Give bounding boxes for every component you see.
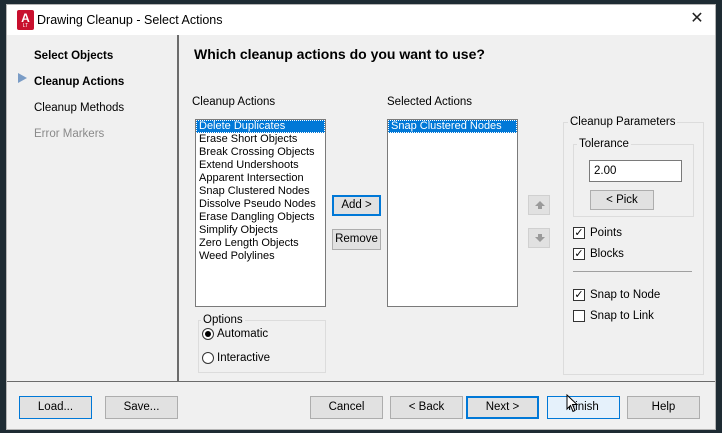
points-label: Points: [590, 227, 622, 239]
step-select-objects[interactable]: Select Objects: [34, 50, 113, 62]
list-item[interactable]: Weed Polylines: [196, 250, 325, 263]
snap-to-link-label: Snap to Link: [590, 310, 654, 322]
blocks-label: Blocks: [590, 248, 624, 260]
selected-actions-label: Selected Actions: [387, 96, 473, 108]
load-button[interactable]: Load...: [19, 396, 92, 419]
pick-button[interactable]: < Pick: [590, 190, 654, 210]
move-up-button[interactable]: [528, 195, 550, 215]
add-button[interactable]: Add >: [332, 195, 381, 216]
options-group-title: Options: [201, 314, 245, 326]
parameters-divider: [573, 271, 692, 272]
autocad-app-icon: A LT: [17, 10, 34, 30]
current-step-arrow-icon: [18, 73, 27, 83]
selected-actions-listbox[interactable]: Snap Clustered Nodes: [387, 119, 518, 307]
window-title: Drawing Cleanup - Select Actions: [37, 13, 223, 27]
list-item[interactable]: Snap Clustered Nodes: [388, 120, 517, 133]
finish-button[interactable]: Finish: [547, 396, 620, 419]
list-item[interactable]: Dissolve Pseudo Nodes: [196, 198, 325, 211]
cleanup-actions-label: Cleanup Actions: [192, 96, 276, 108]
list-item[interactable]: Delete Duplicates: [196, 120, 325, 133]
help-button[interactable]: Help: [627, 396, 700, 419]
list-item[interactable]: Apparent Intersection: [196, 172, 325, 185]
close-icon[interactable]: ✕: [689, 11, 705, 27]
remove-button[interactable]: Remove: [332, 229, 381, 250]
arrow-up-icon: [535, 201, 545, 209]
snap-to-link-checkbox[interactable]: [573, 310, 585, 322]
list-item[interactable]: Erase Dangling Objects: [196, 211, 325, 224]
list-item[interactable]: Extend Undershoots: [196, 159, 325, 172]
list-item[interactable]: Break Crossing Objects: [196, 146, 325, 159]
cleanup-actions-listbox[interactable]: Delete Duplicates Erase Short Objects Brea…: [195, 119, 326, 307]
interactive-radio[interactable]: [202, 352, 214, 364]
mouse-pointer-icon: [566, 394, 578, 413]
title-bar: A LT Drawing Cleanup - Select Actions ✕: [7, 5, 715, 35]
cleanup-parameters-title: Cleanup Parameters: [568, 116, 678, 128]
arrow-down-icon: [535, 234, 545, 242]
cancel-button[interactable]: Cancel: [310, 396, 383, 419]
main-panel: Which cleanup actions do you want to use…: [181, 35, 715, 381]
save-button[interactable]: Save...: [105, 396, 178, 419]
automatic-radio[interactable]: [202, 328, 214, 340]
tolerance-title: Tolerance: [577, 138, 631, 150]
points-checkbox[interactable]: ✓: [573, 227, 585, 239]
move-down-button[interactable]: [528, 228, 550, 248]
list-item[interactable]: Snap Clustered Nodes: [196, 185, 325, 198]
app-icon-sub: LT: [22, 23, 29, 29]
snap-to-node-checkbox[interactable]: ✓: [573, 289, 585, 301]
wizard-button-bar: Load... Save... Cancel < Back Next > Fin…: [7, 381, 715, 429]
list-item[interactable]: Simplify Objects: [196, 224, 325, 237]
snap-to-node-label: Snap to Node: [590, 289, 661, 301]
blocks-checkbox[interactable]: ✓: [573, 248, 585, 260]
step-cleanup-actions[interactable]: Cleanup Actions: [34, 76, 124, 88]
automatic-label: Automatic: [217, 328, 269, 340]
list-item[interactable]: Erase Short Objects: [196, 133, 325, 146]
wizard-steps-sidebar: Select Objects Cleanup Actions Cleanup M…: [7, 35, 179, 381]
list-item[interactable]: Zero Length Objects: [196, 237, 325, 250]
drawing-cleanup-dialog: A LT Drawing Cleanup - Select Actions ✕ …: [6, 4, 716, 430]
next-button[interactable]: Next >: [466, 396, 539, 419]
step-error-markers: Error Markers: [34, 128, 105, 140]
interactive-label: Interactive: [217, 352, 271, 364]
page-heading: Which cleanup actions do you want to use…: [194, 46, 485, 62]
back-button[interactable]: < Back: [390, 396, 463, 419]
tolerance-input[interactable]: 2.00: [589, 160, 682, 182]
step-cleanup-methods[interactable]: Cleanup Methods: [34, 102, 124, 114]
